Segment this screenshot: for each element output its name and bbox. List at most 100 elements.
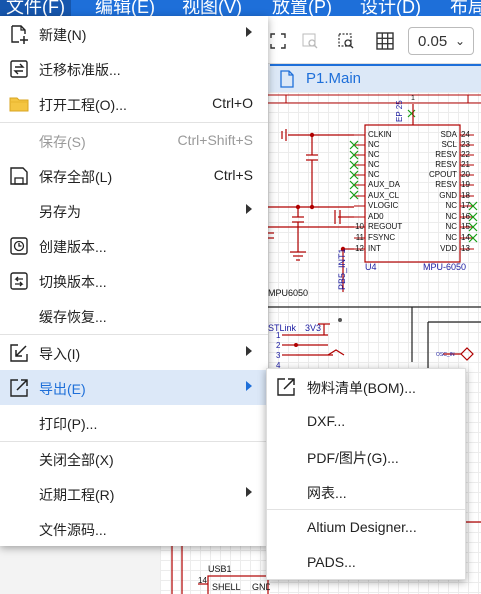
zoom-select-icon[interactable] [338,33,354,49]
ic-pin-number: 21 [461,160,470,169]
ic-pin-number: 18 [461,191,470,200]
version-clock-icon [10,237,28,255]
menu-item-export[interactable]: 导出(E) [0,370,268,405]
submenu-arrow-icon [246,27,252,37]
menu-item-recent-projects[interactable]: 近期工程(R) [0,476,268,511]
import-icon [10,344,28,362]
submenu-arrow-icon [246,204,252,214]
menu-file[interactable]: 文件(F) [0,0,71,16]
ic-reference: U4 [365,262,377,272]
menu-item-label: PDF/图片(G)... [307,450,399,466]
tab-p1-main[interactable]: P1.Main [270,64,481,92]
usb-pin-shell: SHELL [212,582,241,592]
ic-pin-number: 16 [461,212,470,221]
menu-item-migrate[interactable]: 迁移标准版... [0,51,268,86]
tab-label: P1.Main [306,70,362,87]
ic-left-pin-numbers: 10 11 12 [355,222,364,253]
menu-item-shortcut: Ctrl+S [213,167,253,183]
menu-item-label: 文件源码... [39,522,107,538]
net-pb5-int1: PB5_INT1 [337,248,347,290]
ic-pin-label: FSYNC [368,233,395,242]
menu-item-open-project[interactable]: 打开工程(O)... Ctrl+O [0,86,268,121]
menu-item-save-as[interactable]: 另存为 [0,193,268,228]
export-item-pads[interactable]: PADS... [267,545,465,580]
export-item-pdf-image[interactable]: PDF/图片(G)... [267,439,465,474]
ic-pin-label: NC [445,212,457,221]
menu-view[interactable]: 视图(V) [182,0,242,16]
menu-item-label: 保存全部(L) [39,169,113,185]
toolbar: 0.05 ⌄ [268,16,481,64]
ic-pin-number: 19 [461,180,470,189]
switch-version-icon [10,272,28,290]
ic-pin-label: AD0 [368,212,384,221]
menu-item-cache-recovery[interactable]: 缓存恢复... [0,298,268,333]
ic-pin-number: 17 [461,201,470,210]
menu-design[interactable]: 设计(D) [360,0,421,16]
ic-pin-label: VLOGIC [368,201,398,210]
ic-pin-label: NC [368,150,380,159]
menu-item-save[interactable]: 保存(S) Ctrl+Shift+S [0,123,268,158]
usb-pin-number: 14 [198,576,207,585]
pin-p1: 1 [276,331,281,340]
grid-icon[interactable] [376,32,394,50]
menu-item-label: 迁移标准版... [39,62,121,78]
export-item-netlist[interactable]: 网表... [267,474,465,509]
ic-pin-number: 10 [355,222,364,231]
ic-right-pin-numbers: 242322212019181716151413 [461,130,470,253]
chevron-down-icon: ⌄ [454,34,465,48]
export-item-dxf[interactable]: DXF... [267,404,465,439]
menu-item-label: 物料清单(BOM)... [307,380,416,396]
pin-p2: 2 [276,341,281,350]
export-item-altium[interactable]: Altium Designer... [267,510,465,545]
ic-right-pin-labels: SDASCLRESVRESVCPOUTRESVGNDNCNCNCNCVDD [429,130,458,253]
menu-place[interactable]: 放置(P) [272,0,332,16]
submenu-arrow-icon [246,487,252,497]
menu-item-shortcut: Ctrl+O [212,95,253,111]
osc-in-label: OSC_IN [436,352,455,358]
ic-pin-number: 15 [461,222,470,231]
menu-item-new[interactable]: 新建(N) [0,16,268,51]
net-3v3: 3V3 [305,323,321,333]
menu-item-label: 关闭全部(X) [39,452,114,468]
usb-reference: USB1 [208,564,232,574]
menu-item-create-version[interactable]: 创建版本... [0,228,268,263]
pin-p3: 3 [276,351,281,360]
ic-pin-label: NC [368,170,380,179]
menu-item-switch-version[interactable]: 切换版本... [0,263,268,298]
menu-item-label: 新建(N) [39,27,87,43]
ic-pin-label: INT [368,244,381,253]
ic-pin-label: AUX_CL [368,191,400,200]
folder-icon [9,97,29,112]
ic-pin-label: VDD [440,244,457,253]
menu-layout[interactable]: 布局 [450,0,481,16]
save-icon [10,167,28,185]
ic-pin-number: 22 [461,150,470,159]
ic-pin-label: RESV [435,160,457,169]
ic-value: MPU-6050 [423,262,466,272]
menu-item-save-all[interactable]: 保存全部(L) Ctrl+S [0,158,268,193]
fit-view-icon[interactable] [270,33,286,49]
menu-item-label: DXF... [307,413,346,429]
migrate-icon [10,60,28,78]
ic-pin-number: 23 [461,140,470,149]
menu-edit[interactable]: 编辑(E) [95,0,155,16]
menu-item-print[interactable]: 打印(P)... [0,405,268,440]
ic-pin-label: NC [368,140,380,149]
menu-item-file-source[interactable]: 文件源码... [0,511,268,546]
export-submenu: 物料清单(BOM)... DXF... PDF/图片(G)... 网表... A… [266,368,466,580]
export-item-bom[interactable]: 物料清单(BOM)... [267,369,465,404]
zoom-area-icon[interactable] [302,33,318,49]
ep-label: EP 25 [395,100,404,122]
schematic-canvas-lower[interactable]: USB1 SHELL GND 14 [160,540,270,594]
zoom-level-select[interactable]: 0.05 ⌄ [408,27,474,55]
menu-item-import[interactable]: 导入(I) [0,335,268,370]
menu-item-close-all[interactable]: 关闭全部(X) [0,441,268,476]
ic-pin-label: CLKIN [368,130,392,139]
ic-pin-label: SDA [441,130,458,139]
usb-pin-gnd: GND [252,582,270,592]
menu-item-shortcut: Ctrl+Shift+S [177,132,253,148]
menu-item-label: PADS... [307,554,356,570]
ic-pin-label: CPOUT [429,170,457,179]
ic-pin-number: 24 [461,130,470,139]
menu-item-label: 网表... [307,485,347,501]
